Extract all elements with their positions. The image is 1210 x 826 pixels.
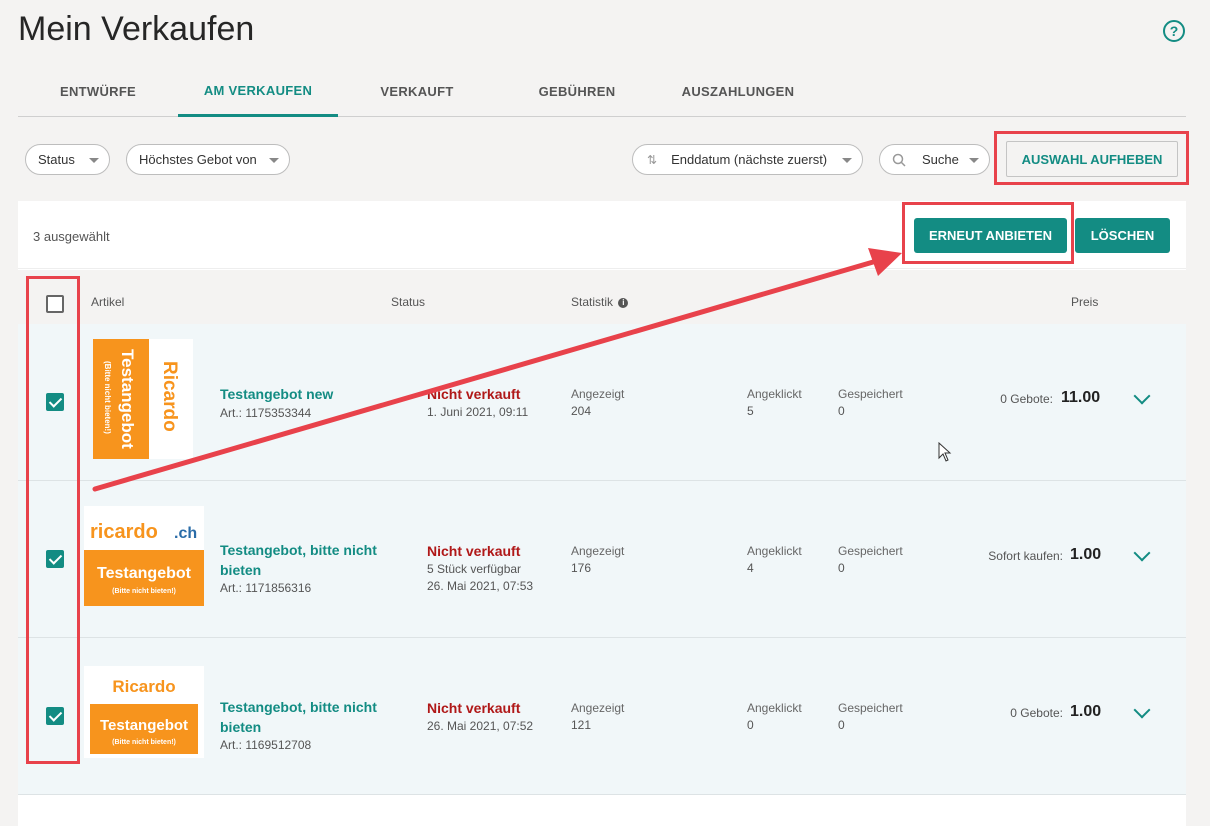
annotation-arrow — [92, 248, 902, 492]
mouse-cursor-icon — [938, 442, 952, 462]
